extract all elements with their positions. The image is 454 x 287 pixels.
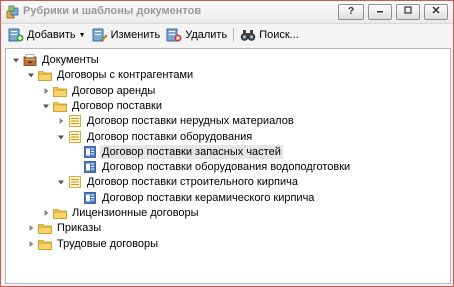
folder-icon bbox=[53, 101, 67, 112]
rubric-icon bbox=[69, 130, 81, 143]
tree-item-label: Документы bbox=[42, 54, 99, 66]
folder-icon bbox=[38, 71, 52, 82]
dialog-window: Рубрики и шаблоны документов ? Добавить … bbox=[0, 0, 454, 287]
chevron-down-icon: ▼ bbox=[78, 31, 86, 39]
minimize-icon bbox=[377, 11, 383, 13]
maximize-button[interactable] bbox=[396, 4, 420, 20]
collapse-arrow-icon[interactable] bbox=[12, 56, 20, 64]
collapse-arrow-icon[interactable] bbox=[57, 133, 65, 141]
tree-item-label: Договор поставки bbox=[72, 99, 162, 112]
delete-button[interactable]: Удалить bbox=[163, 25, 230, 45]
binoculars-icon bbox=[240, 30, 256, 41]
close-icon bbox=[432, 6, 440, 14]
tree-row[interactable]: Договор поставки оборудования водоподгот… bbox=[6, 160, 450, 174]
collapse-arrow-icon[interactable] bbox=[42, 102, 50, 110]
template-icon bbox=[84, 145, 96, 158]
edit-label: Изменить bbox=[110, 29, 161, 41]
tree-row[interactable]: Договоры с контрагентами bbox=[6, 68, 450, 82]
add-button[interactable]: Добавить ▼ bbox=[5, 25, 89, 45]
help-button[interactable]: ? bbox=[338, 4, 364, 20]
expand-arrow-icon[interactable] bbox=[42, 209, 50, 217]
tree-row[interactable]: Трудовые договоры bbox=[6, 237, 450, 251]
cabinet-icon bbox=[23, 54, 37, 66]
edit-button[interactable]: Изменить bbox=[89, 25, 164, 45]
title-bar[interactable]: Рубрики и шаблоны документов ? bbox=[1, 1, 453, 24]
window-title: Рубрики и шаблоны документов bbox=[23, 5, 202, 17]
tree-row[interactable]: Договор поставки оборудования bbox=[6, 130, 450, 144]
expand-arrow-icon[interactable] bbox=[57, 117, 65, 125]
minimize-button[interactable] bbox=[368, 4, 392, 20]
collapse-arrow-icon[interactable] bbox=[27, 71, 35, 79]
folder-icon bbox=[53, 86, 67, 97]
rubric-icon bbox=[69, 176, 81, 189]
maximize-icon bbox=[404, 6, 412, 14]
expand-arrow-icon[interactable] bbox=[42, 87, 50, 95]
delete-icon bbox=[166, 28, 182, 42]
collapse-arrow-icon[interactable] bbox=[57, 178, 65, 186]
folder-icon bbox=[38, 224, 52, 235]
template-icon bbox=[84, 191, 96, 204]
tree-row[interactable]: Договор поставки нерудных материалов bbox=[6, 114, 450, 128]
tree-item-label: Договор поставки керамического кирпича bbox=[102, 191, 315, 204]
search-button[interactable]: Поиск... bbox=[237, 25, 302, 45]
rubrics-icon bbox=[6, 5, 19, 19]
folder-icon bbox=[38, 239, 52, 250]
tree-item-label: Договор аренды bbox=[72, 84, 156, 97]
tree-item-label: Договор поставки нерудных материалов bbox=[87, 115, 294, 128]
add-label: Добавить bbox=[27, 29, 76, 41]
tree-item-label: Договор поставки строительного кирпича bbox=[87, 176, 298, 189]
tree-item-label: Договор поставки оборудования bbox=[87, 130, 253, 143]
search-label: Поиск... bbox=[259, 29, 299, 41]
tree-row[interactable]: Договор аренды bbox=[6, 84, 450, 98]
tree-item-label: Лицензионные договоры bbox=[72, 207, 199, 219]
folder-icon bbox=[53, 209, 67, 219]
expand-arrow-icon[interactable] bbox=[27, 240, 35, 248]
tree-row[interactable]: Договор поставки строительного кирпича bbox=[6, 175, 450, 189]
tree-item-label: Договор поставки запасных частей bbox=[100, 144, 283, 159]
add-icon bbox=[8, 28, 24, 42]
toolbar: Добавить ▼ Изменить Удалить Поиск... bbox=[5, 24, 449, 46]
tree-item-label: Трудовые договоры bbox=[57, 237, 158, 250]
close-button[interactable] bbox=[424, 4, 448, 20]
tree-row[interactable]: Договор поставки запасных частей bbox=[6, 144, 450, 159]
tree-item-label: Договоры с контрагентами bbox=[57, 69, 194, 82]
template-icon bbox=[84, 161, 96, 173]
delete-label: Удалить bbox=[185, 29, 228, 41]
tree-row[interactable]: Договор поставки керамического кирпича bbox=[6, 191, 450, 205]
tree-row[interactable]: Договор поставки bbox=[6, 99, 450, 113]
rubric-icon bbox=[69, 115, 81, 128]
tree-row[interactable]: Приказы bbox=[6, 221, 450, 235]
tree-item-label: Договор поставки оборудования водоподгот… bbox=[102, 161, 351, 174]
expand-arrow-icon[interactable] bbox=[27, 224, 35, 232]
edit-icon bbox=[92, 28, 107, 42]
tree-row[interactable]: Документы bbox=[6, 53, 450, 67]
tree-row[interactable]: Лицензионные договоры bbox=[6, 206, 450, 220]
tree-item-label: Приказы bbox=[57, 222, 102, 235]
rubrics-tree[interactable]: Документы Договоры с контрагентами Договор… bbox=[5, 48, 451, 284]
toolbar-separator bbox=[233, 28, 235, 42]
